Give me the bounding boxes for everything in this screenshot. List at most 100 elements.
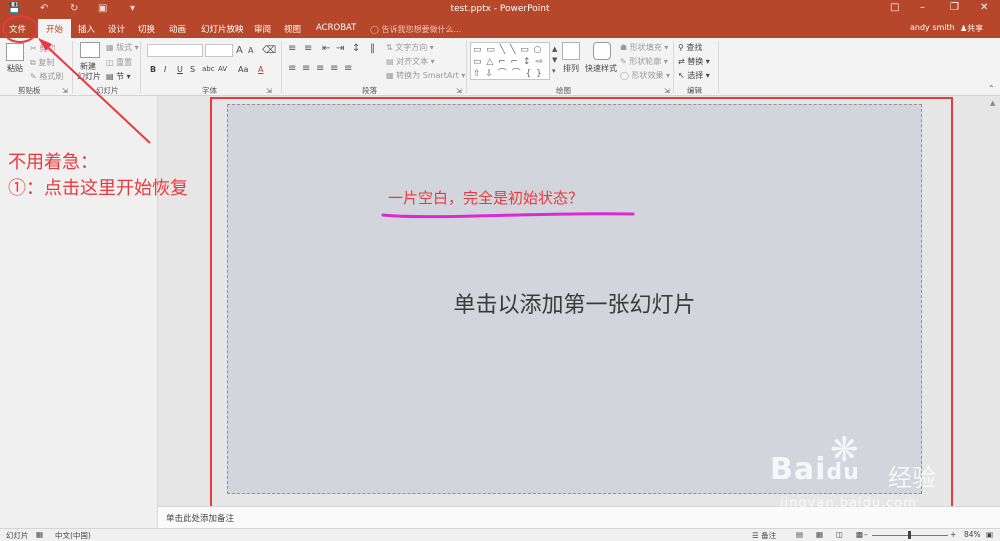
character-spacing-button[interactable]: AV bbox=[218, 65, 227, 73]
slide-sorter-icon[interactable]: ▦ bbox=[816, 530, 823, 539]
strikethrough-button[interactable]: S bbox=[190, 65, 195, 74]
annotation-note-line2: ①：点击这里开始恢复 bbox=[8, 178, 188, 199]
collapse-ribbon-icon[interactable]: ⌃ bbox=[988, 84, 995, 94]
paste-icon[interactable] bbox=[6, 43, 24, 61]
shapes-gallery[interactable]: ▭ ▭ ╲ ╲ ▭ ○ ▭ △ ⌐ ⌐ ↕ ⇨ ⇧ ⇩ ⌒ ⌒ { } bbox=[470, 42, 550, 80]
select-button[interactable]: ↖ 选择 ▾ bbox=[678, 70, 710, 81]
notes-placeholder[interactable]: 单击此处添加备注 bbox=[166, 512, 234, 524]
bullets-icon[interactable]: ≡ bbox=[288, 44, 296, 54]
shapes-scroll-up-icon[interactable]: ▲ bbox=[552, 44, 557, 54]
ribbon-tabs: 文件 开始 插入 设计 切换 动画 幻灯片放映 审阅 视图 ACROBAT ◯ … bbox=[0, 19, 1000, 38]
tab-review[interactable]: 审阅 bbox=[254, 23, 271, 35]
fit-slide-icon[interactable]: ▣ bbox=[986, 530, 993, 539]
font-name-combo[interactable] bbox=[147, 44, 203, 57]
section-button[interactable]: ▤ 节 ▾ bbox=[106, 71, 131, 82]
smartart-button[interactable]: ▦ 转换为 SmartArt ▾ bbox=[386, 70, 465, 81]
group-separator bbox=[466, 41, 467, 93]
cut-button[interactable]: ✂ 剪切 bbox=[30, 43, 55, 54]
annotation-note-line1: 不用着急： bbox=[8, 152, 98, 173]
font-size-combo[interactable] bbox=[205, 44, 233, 57]
reading-view-icon[interactable]: ◫ bbox=[836, 530, 843, 539]
align-text-button[interactable]: ▤ 对齐文本 ▾ bbox=[386, 56, 435, 67]
tab-slideshow[interactable]: 幻灯片放映 bbox=[201, 23, 244, 35]
normal-view-icon[interactable]: ▤ bbox=[796, 530, 803, 539]
numbering-icon[interactable]: ≡ bbox=[304, 44, 312, 54]
text-direction-button[interactable]: ⇅ 文字方向 ▾ bbox=[386, 42, 434, 53]
increase-font-icon[interactable]: A bbox=[236, 46, 243, 56]
minimize-icon[interactable]: – bbox=[920, 2, 925, 13]
title-bar: 💾 ↶ ↻ ▣ ▾ test.pptx - PowerPoint □ – ❐ ✕ bbox=[0, 0, 1000, 19]
align-right-icon[interactable]: ≡ bbox=[316, 64, 324, 74]
font-group-label: 字体 bbox=[202, 86, 217, 95]
tell-me-box[interactable]: ◯ 告诉我您想要做什么... bbox=[370, 24, 461, 35]
tab-insert[interactable]: 插入 bbox=[78, 23, 95, 35]
new-slide-button-line2[interactable]: 幻灯片 bbox=[77, 71, 101, 82]
tab-view[interactable]: 视图 bbox=[284, 23, 301, 35]
distribute-icon[interactable]: ≡ bbox=[344, 64, 352, 74]
align-center-icon[interactable]: ≡ bbox=[302, 64, 310, 74]
quick-styles-icon[interactable] bbox=[593, 42, 611, 60]
align-left-icon[interactable]: ≡ bbox=[288, 64, 296, 74]
tab-home[interactable]: 开始 bbox=[38, 19, 72, 38]
shadow-button[interactable]: abc bbox=[202, 65, 215, 73]
zoom-in-icon[interactable]: + bbox=[950, 530, 956, 539]
shapes-more-icon[interactable]: ▾ bbox=[552, 66, 556, 76]
scroll-up-icon[interactable]: ▲ bbox=[990, 98, 995, 108]
decrease-indent-icon[interactable]: ⇤ bbox=[322, 44, 330, 54]
font-color-button[interactable]: A bbox=[258, 65, 263, 74]
shapes-scroll-down-icon[interactable]: ▼ bbox=[552, 55, 557, 65]
share-button[interactable]: ♟共享 bbox=[960, 23, 983, 34]
bold-button[interactable]: B bbox=[150, 65, 156, 74]
annotation-blank-question: 一片空白，完全是初始状态？ bbox=[388, 189, 584, 207]
clear-formatting-icon[interactable]: ⌫ bbox=[262, 46, 276, 56]
tab-design[interactable]: 设计 bbox=[108, 23, 125, 35]
justify-icon[interactable]: ≡ bbox=[330, 64, 338, 74]
watermark-brand: Baidu bbox=[770, 452, 860, 487]
paste-button[interactable]: 粘贴 bbox=[7, 63, 23, 74]
replace-button[interactable]: ⇄ 替换 ▾ bbox=[678, 56, 710, 67]
quick-styles-button[interactable]: 快速样式 bbox=[585, 63, 617, 74]
layout-button[interactable]: ▦ 版式 ▾ bbox=[106, 42, 139, 53]
find-button[interactable]: ⚲ 查找 bbox=[678, 42, 702, 53]
zoom-slider-thumb[interactable] bbox=[908, 531, 911, 539]
decrease-font-icon[interactable]: A bbox=[248, 46, 253, 56]
clipboard-launcher-icon[interactable]: ⇲ bbox=[62, 86, 68, 96]
reset-button[interactable]: ◫ 重置 bbox=[106, 57, 132, 68]
change-case-button[interactable]: Aa bbox=[238, 65, 248, 74]
slideshow-view-icon[interactable]: ▩ bbox=[856, 530, 863, 539]
font-launcher-icon[interactable]: ⇲ bbox=[266, 86, 272, 96]
copy-button[interactable]: ⧉ 复制 bbox=[30, 57, 54, 68]
ribbon-options-icon[interactable]: □ bbox=[890, 2, 899, 13]
columns-icon[interactable]: ‖ bbox=[370, 44, 375, 54]
shape-fill-button[interactable]: ☗ 形状填充 ▾ bbox=[620, 42, 668, 53]
drawing-launcher-icon[interactable]: ⇲ bbox=[664, 86, 670, 96]
watermark-url: jingyan.baidu.com bbox=[780, 496, 917, 511]
group-separator bbox=[140, 41, 141, 93]
arrange-icon[interactable] bbox=[562, 42, 580, 60]
tab-acrobat[interactable]: ACROBAT bbox=[316, 23, 356, 33]
language-indicator[interactable]: 中文(中国) bbox=[55, 530, 91, 541]
new-slide-icon[interactable] bbox=[80, 42, 100, 58]
shape-outline-button[interactable]: ✎ 形状轮廓 ▾ bbox=[620, 56, 668, 67]
close-icon[interactable]: ✕ bbox=[980, 2, 988, 13]
restore-icon[interactable]: ❐ bbox=[950, 2, 959, 13]
drawing-group-label: 绘图 bbox=[556, 86, 571, 95]
group-separator bbox=[718, 41, 719, 93]
notes-toggle[interactable]: ☰ 备注 bbox=[752, 530, 776, 541]
tab-transitions[interactable]: 切换 bbox=[138, 23, 155, 35]
line-spacing-icon[interactable]: ↕ bbox=[352, 44, 360, 54]
increase-indent-icon[interactable]: ⇥ bbox=[336, 44, 344, 54]
italic-button[interactable]: I bbox=[164, 65, 166, 74]
spell-check-icon[interactable]: ▦ bbox=[36, 530, 43, 539]
arrange-button[interactable]: 排列 bbox=[563, 63, 579, 74]
underline-button[interactable]: U bbox=[177, 65, 183, 74]
zoom-out-icon[interactable]: – bbox=[864, 530, 868, 539]
zoom-level[interactable]: 84% bbox=[964, 530, 981, 539]
shape-effects-button[interactable]: ◯ 形状效果 ▾ bbox=[620, 70, 670, 81]
paragraph-launcher-icon[interactable]: ⇲ bbox=[456, 86, 462, 96]
tab-file[interactable]: 文件 bbox=[9, 23, 26, 35]
format-painter-button[interactable]: ✎ 格式刷 bbox=[30, 71, 63, 82]
tab-animations[interactable]: 动画 bbox=[169, 23, 186, 35]
user-name[interactable]: andy smith bbox=[910, 23, 955, 32]
status-bar: 幻灯片 ▦ 中文(中国) ☰ 备注 ▤ ▦ ◫ ▩ – + 84% ▣ bbox=[0, 528, 1000, 540]
